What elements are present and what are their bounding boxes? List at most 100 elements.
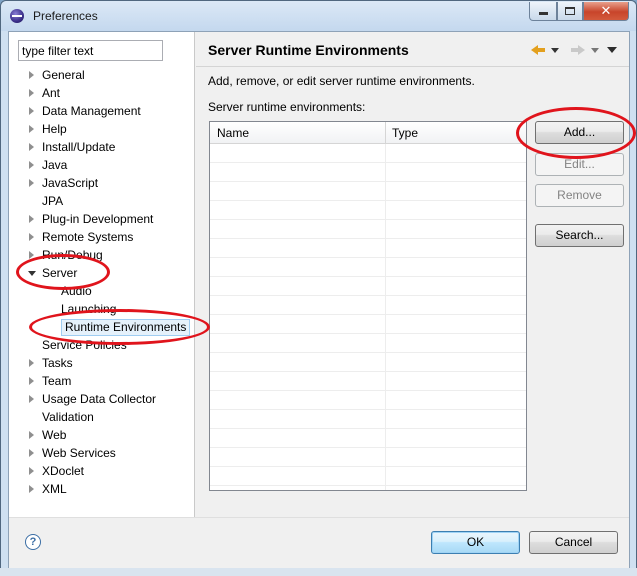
- table-row: [210, 296, 526, 315]
- tree-item-label: General: [42, 68, 85, 82]
- expand-icon[interactable]: [29, 161, 34, 169]
- tree-item-remote-systems[interactable]: Remote Systems: [9, 228, 195, 246]
- minimize-button[interactable]: [529, 2, 557, 21]
- table-row: [210, 144, 526, 163]
- tree-item-data-management[interactable]: Data Management: [9, 102, 195, 120]
- tree-item-label: Web: [42, 428, 67, 442]
- expand-icon[interactable]: [29, 143, 34, 151]
- forward-arrow-icon[interactable]: [571, 45, 585, 55]
- table-row: [210, 277, 526, 296]
- tree-item-run-debug[interactable]: Run/Debug: [9, 246, 195, 264]
- tree-item-team[interactable]: Team: [9, 372, 195, 390]
- table-row: [210, 315, 526, 334]
- expand-icon[interactable]: [29, 233, 34, 241]
- tree-item-install-update[interactable]: Install/Update: [9, 138, 195, 156]
- cancel-button[interactable]: Cancel: [529, 531, 618, 554]
- column-header-name[interactable]: Name: [217, 126, 249, 140]
- tree-item-plug-in-development[interactable]: Plug-in Development: [9, 210, 195, 228]
- tree-item-tasks[interactable]: Tasks: [9, 354, 195, 372]
- tree-item-label: Java: [42, 158, 68, 172]
- table-header: Name Type: [210, 122, 526, 144]
- remove-button[interactable]: Remove: [535, 184, 624, 207]
- table-row: [210, 201, 526, 220]
- expand-icon[interactable]: [29, 251, 34, 259]
- expand-icon[interactable]: [29, 89, 34, 97]
- back-arrow-icon[interactable]: [531, 45, 545, 55]
- table-row: [210, 410, 526, 429]
- page-navigation: [531, 42, 621, 58]
- tree-item-web-services[interactable]: Web Services: [9, 444, 195, 462]
- table-row: [210, 448, 526, 467]
- tree-item-label: XML: [42, 482, 67, 496]
- maximize-button[interactable]: [557, 2, 583, 21]
- tree-item-server[interactable]: Server: [9, 264, 195, 282]
- runtime-environments-table[interactable]: Name Type: [209, 121, 527, 491]
- tree-item-label: Plug-in Development: [42, 212, 154, 226]
- page-description: Add, remove, or edit server runtime envi…: [208, 74, 475, 88]
- tree-item-web[interactable]: Web: [9, 426, 195, 444]
- back-history-dropdown-icon[interactable]: [551, 48, 559, 53]
- expand-icon[interactable]: [29, 179, 34, 187]
- expand-icon[interactable]: [29, 107, 34, 115]
- title-bar[interactable]: Preferences ✕: [1, 1, 636, 31]
- tree-item-runtime-environments[interactable]: Runtime Environments: [9, 318, 195, 336]
- tree-item-label: Validation: [42, 410, 94, 424]
- search-button[interactable]: Search...: [535, 224, 624, 247]
- expand-icon[interactable]: [29, 125, 34, 133]
- filter-input[interactable]: [18, 40, 163, 61]
- edit-button[interactable]: Edit...: [535, 153, 624, 176]
- tree-item-label: Help: [42, 122, 67, 136]
- tree-item-audio[interactable]: Audio: [9, 282, 195, 300]
- expand-icon[interactable]: [29, 359, 34, 367]
- runtime-list-label: Server runtime environments:: [208, 100, 366, 114]
- tree-item-ant[interactable]: Ant: [9, 84, 195, 102]
- close-button[interactable]: ✕: [583, 2, 629, 21]
- tree-item-label: Remote Systems: [42, 230, 134, 244]
- tree-item-service-policies[interactable]: Service Policies: [9, 336, 195, 354]
- tree-item-javascript[interactable]: JavaScript: [9, 174, 195, 192]
- tree-item-help[interactable]: Help: [9, 120, 195, 138]
- expand-icon[interactable]: [29, 377, 34, 385]
- view-menu-icon[interactable]: [607, 47, 617, 53]
- expand-icon[interactable]: [29, 485, 34, 493]
- tree-item-label: Usage Data Collector: [42, 392, 157, 406]
- tree-item-label: JavaScript: [42, 176, 99, 190]
- ok-button[interactable]: OK: [431, 531, 520, 554]
- tree-item-xdoclet[interactable]: XDoclet: [9, 462, 195, 480]
- expand-icon[interactable]: [29, 215, 34, 223]
- column-header-type[interactable]: Type: [392, 126, 418, 140]
- title-separator: [196, 66, 629, 67]
- tree-item-label: Install/Update: [42, 140, 116, 154]
- tree-item-validation[interactable]: Validation: [9, 408, 195, 426]
- tree-item-launching[interactable]: Launching: [9, 300, 195, 318]
- tree-item-label-selected: Runtime Environments: [61, 319, 191, 336]
- expand-icon[interactable]: [29, 71, 34, 79]
- expand-icon[interactable]: [29, 431, 34, 439]
- expand-icon[interactable]: [29, 449, 34, 457]
- tree-item-label: Run/Debug: [42, 248, 103, 262]
- table-row: [210, 182, 526, 201]
- table-row: [210, 429, 526, 448]
- table-row: [210, 372, 526, 391]
- expand-icon[interactable]: [29, 395, 34, 403]
- tree-item-label: Server: [42, 266, 78, 280]
- forward-history-dropdown-icon[interactable]: [591, 48, 599, 53]
- button-bar-separator: [9, 517, 629, 518]
- column-divider[interactable]: [385, 122, 386, 144]
- close-icon: ✕: [600, 3, 612, 18]
- tree-item-label: Audio: [61, 284, 92, 298]
- expand-icon[interactable]: [29, 467, 34, 475]
- tree-item-general[interactable]: General: [9, 66, 195, 84]
- window-title: Preferences: [33, 9, 98, 23]
- tree-item-xml[interactable]: XML: [9, 480, 195, 498]
- tree-item-label: Data Management: [42, 104, 141, 118]
- question-icon[interactable]: ?: [25, 534, 41, 550]
- tree-item-usage-data-collector[interactable]: Usage Data Collector: [9, 390, 195, 408]
- collapse-icon[interactable]: [28, 271, 36, 276]
- table-row: [210, 258, 526, 277]
- eclipse-icon: [10, 9, 24, 23]
- page-title: Server Runtime Environments: [208, 42, 409, 58]
- tree-item-jpa[interactable]: JPA: [9, 192, 195, 210]
- add-button[interactable]: Add...: [535, 121, 624, 144]
- tree-item-java[interactable]: Java: [9, 156, 195, 174]
